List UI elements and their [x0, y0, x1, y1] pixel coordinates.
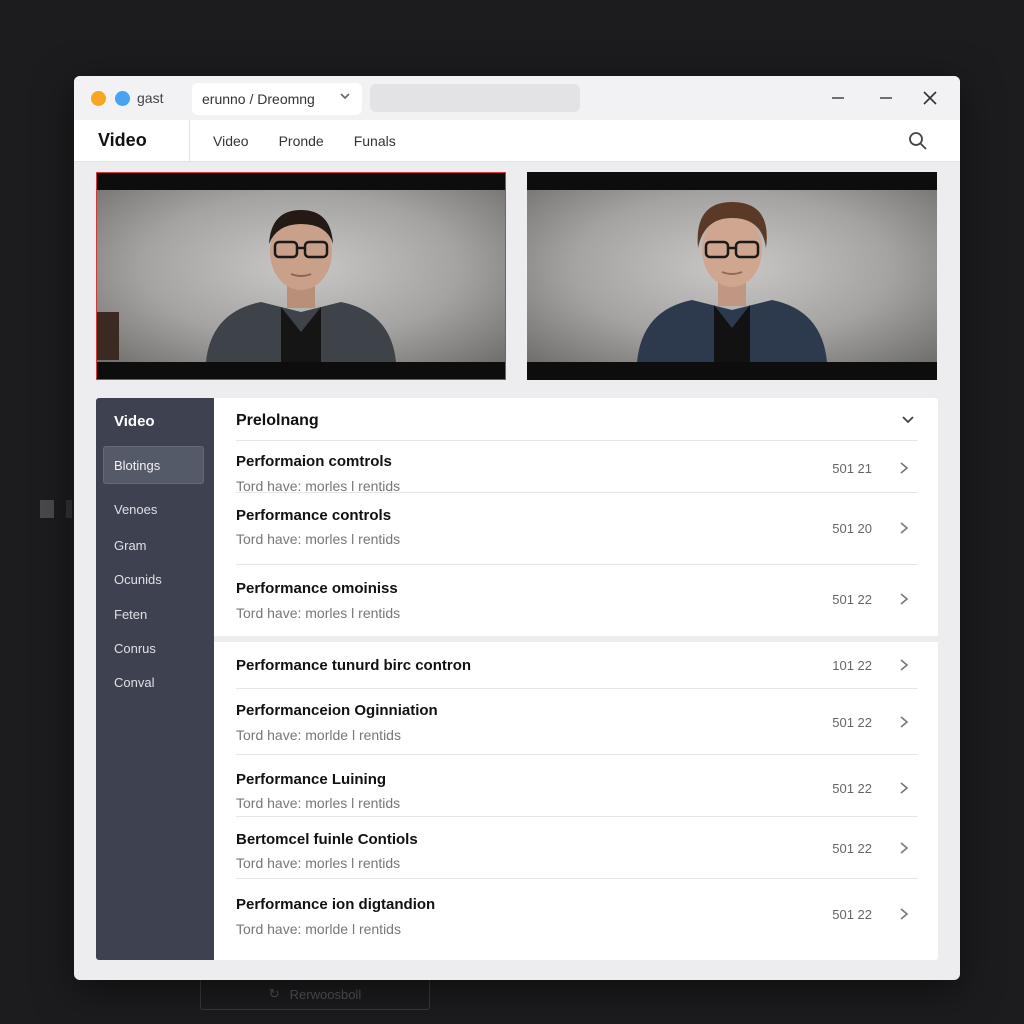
app-window: gast erunno / Dreomng Video Video Pronde… — [74, 76, 960, 980]
list-item-subtitle: Tord have: morles l rentids — [236, 795, 401, 811]
chevron-right-icon[interactable] — [898, 461, 910, 475]
chevron-right-icon[interactable] — [898, 781, 910, 795]
video-frame — [97, 190, 505, 362]
sidebar-item[interactable]: Feten — [114, 607, 147, 622]
background-button: ↻ Rerwoosboll — [200, 978, 430, 1010]
chevron-right-icon[interactable] — [898, 592, 910, 606]
list-item[interactable]: Performance Luining Tord have: morles l … — [236, 754, 918, 816]
chevron-right-icon[interactable] — [898, 715, 910, 729]
chevron-down-icon[interactable] — [900, 411, 916, 427]
nav-link-pronde[interactable]: Pronde — [279, 133, 324, 149]
list-item[interactable]: Performance controls Tord have: morles l… — [236, 492, 918, 564]
video-tile[interactable] — [527, 172, 937, 380]
section-title: Prelolnang — [236, 412, 319, 429]
list-item-subtitle: Tord have: morles l rentids — [236, 531, 401, 547]
chevron-right-icon[interactable] — [898, 907, 910, 921]
maximize-icon[interactable] — [878, 76, 894, 120]
list-item-value: 501 20 — [832, 521, 872, 536]
background-button-label: Rerwoosboll — [289, 986, 362, 1002]
title-bar: gast erunno / Dreomng — [74, 76, 960, 120]
nav-bar: Video Video Pronde Funals — [74, 119, 960, 162]
window-dot-orange[interactable] — [91, 90, 106, 106]
video-frame — [527, 190, 937, 362]
list-item-value: 501 22 — [832, 907, 872, 922]
list-card: Prelolnang Performaion comtrols Tord hav… — [214, 398, 938, 636]
list-item[interactable]: Performaion comtrols Tord have: morles l… — [236, 440, 918, 494]
list-item-title: Bertomcel fuinle Contiols — [236, 831, 418, 848]
sidebar-item[interactable]: Conrus — [114, 641, 156, 656]
sidebar-item[interactable]: Venoes — [114, 502, 157, 517]
background-furniture — [97, 312, 119, 360]
list-item-value: 501 22 — [832, 592, 872, 607]
sidebar-title: Video — [114, 413, 155, 430]
chevron-down-icon[interactable] — [338, 89, 352, 106]
list-item-subtitle: Tord have: morles l rentids — [236, 605, 401, 621]
list-item-value: 501 21 — [832, 461, 872, 476]
close-icon[interactable] — [922, 76, 938, 120]
sidebar: Video Blotings Venoes Gram Ocunids Feten… — [96, 398, 214, 960]
brand-title[interactable]: Video — [74, 119, 190, 162]
list-item-title: Performaion comtrols — [236, 453, 392, 470]
list-item-subtitle: Tord have: morles l rentids — [236, 855, 401, 871]
list-item-value: 501 22 — [832, 715, 872, 730]
list-item-subtitle: Tord have: morlde l rentids — [236, 921, 401, 937]
list-item[interactable]: Performanceion Oginniation Tord have: mo… — [236, 688, 918, 754]
sidebar-item[interactable]: Ocunids — [114, 572, 162, 587]
nav-link-video[interactable]: Video — [213, 133, 249, 149]
list-item-subtitle: Tord have: morlde l rentids — [236, 727, 401, 743]
list-item-title: Performance controls — [236, 507, 392, 524]
participant-video-image — [206, 210, 396, 362]
chevron-right-icon[interactable] — [898, 841, 910, 855]
content-panel: Prelolnang Performaion comtrols Tord hav… — [214, 398, 938, 960]
list-item[interactable]: Performance omoiniss Tord have: morles l… — [236, 564, 918, 636]
chevron-right-icon[interactable] — [898, 521, 910, 535]
list-item-title: Performance Luining — [236, 771, 387, 788]
list-item[interactable]: Performance ion digtandion Tord have: mo… — [236, 878, 918, 948]
chevron-right-icon[interactable] — [898, 658, 910, 672]
refresh-icon: ↻ — [268, 986, 280, 1001]
window-dot-blue[interactable] — [115, 90, 130, 106]
browser-tab[interactable]: erunno / Dreomng — [192, 83, 362, 115]
list-item-title: Performance tunurd birc contron — [236, 657, 472, 674]
participant-video-image — [637, 202, 827, 362]
minimize-icon[interactable] — [830, 76, 846, 120]
list-item[interactable]: Performance tunurd birc contron 101 22 — [236, 642, 918, 688]
sidebar-item[interactable]: Gram — [114, 538, 147, 553]
list-item-value: 101 22 — [832, 658, 872, 673]
list-item-title: Performance omoiniss — [236, 580, 398, 597]
app-name: gast — [137, 90, 164, 106]
list-card: Performance tunurd birc contron 101 22 P… — [214, 642, 938, 960]
list-item-value: 501 22 — [832, 841, 872, 856]
list-item-title: Performance ion digtandion — [236, 896, 436, 913]
list-item[interactable]: Bertomcel fuinle Contiols Tord have: mor… — [236, 816, 918, 878]
address-field[interactable] — [370, 84, 580, 112]
list-item-value: 501 22 — [832, 781, 872, 796]
nav-link-funals[interactable]: Funals — [354, 133, 396, 149]
tab-label: erunno / Dreomng — [202, 91, 315, 107]
sidebar-item[interactable]: Conval — [114, 675, 154, 690]
search-icon[interactable] — [908, 131, 928, 151]
background-block — [66, 500, 72, 518]
list-item-title: Performanceion Oginniation — [236, 702, 438, 719]
video-tile-selected[interactable] — [96, 172, 506, 380]
sidebar-item-active[interactable]: Blotings — [103, 446, 204, 484]
background-block — [40, 500, 54, 518]
